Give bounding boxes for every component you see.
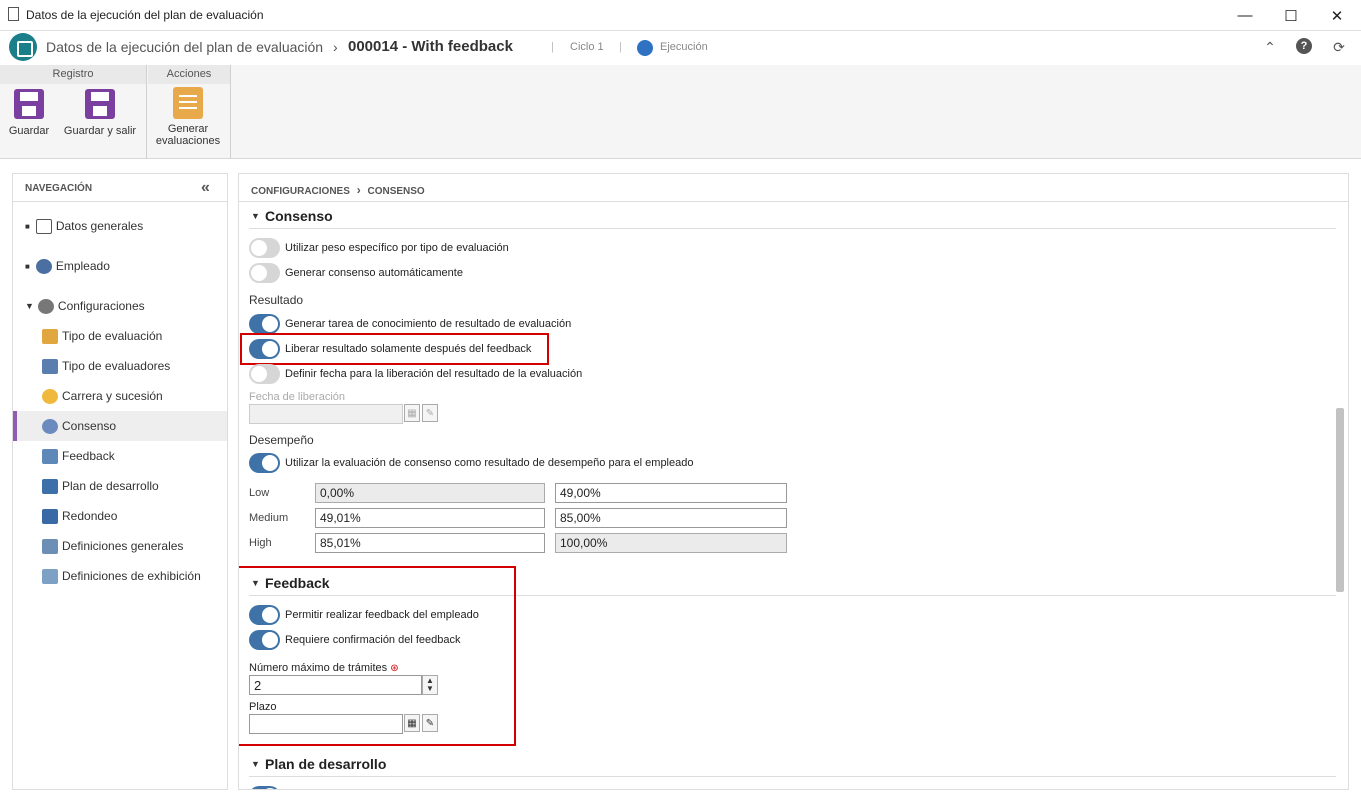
highlight-feedback — [239, 566, 516, 746]
nav-item-datos-generales[interactable]: ■ Datos generales — [13, 211, 227, 241]
generate-evaluations-icon — [173, 87, 203, 119]
document-icon — [8, 7, 19, 21]
row-medium-from[interactable]: 49,01% — [315, 508, 545, 528]
app-header: Datos de la ejecución del plan de evalua… — [0, 31, 1361, 65]
save-exit-icon — [85, 89, 115, 119]
toggle-desempeno-label: Utilizar la evaluación de consenso como … — [285, 457, 694, 469]
fecha-liberacion-label: Fecha de liberación — [249, 391, 346, 403]
nav-item-empleado[interactable]: ■ Empleado — [13, 251, 227, 281]
nav-item-definiciones-exhibicion[interactable]: Definiciones de exhibición — [13, 561, 227, 591]
header-title: Datos de la ejecución del plan de evalua… — [46, 39, 324, 55]
calculator-icon — [42, 508, 58, 524]
app-logo-icon — [9, 33, 37, 61]
toggle-plan-partial[interactable] — [249, 786, 280, 789]
row-medium-to[interactable]: 85,00% — [555, 508, 787, 528]
toggle-desempeno[interactable] — [249, 453, 280, 473]
section-consenso-title: Consenso — [265, 208, 333, 224]
help-icon[interactable]: ? — [1296, 38, 1312, 54]
toggle-peso-especifico[interactable] — [249, 238, 280, 258]
section-collapse-icon[interactable]: ▼ — [251, 759, 260, 769]
status-play-icon — [637, 40, 653, 56]
evaluation-type-icon — [42, 328, 58, 344]
display-settings-icon — [42, 568, 58, 584]
minimize-button[interactable]: — — [1222, 0, 1268, 31]
save-icon — [14, 89, 44, 119]
maximize-button[interactable]: ☐ — [1268, 0, 1314, 31]
section-plan-title: Plan de desarrollo — [265, 756, 387, 772]
row-high-from[interactable]: 85,01% — [315, 533, 545, 553]
nav-item-configuraciones[interactable]: ▼ Configuraciones — [13, 291, 227, 321]
header-separator: › — [333, 39, 338, 55]
toggle-peso-label: Utilizar peso específico por tipo de eva… — [285, 242, 509, 254]
toggle-tarea-label: Generar tarea de conocimiento de resulta… — [285, 318, 572, 330]
ribbon: Registro Acciones Guardar Guardar y sali… — [0, 65, 1361, 159]
resultado-label: Resultado — [249, 293, 304, 307]
row-high-label: High — [249, 537, 272, 549]
breadcrumb: CONFIGURACIONES › CONSENSO — [239, 174, 1348, 202]
nav-item-carrera-sucesion[interactable]: Carrera y sucesión — [13, 381, 227, 411]
cycle-label: Ciclo 1 — [570, 41, 604, 53]
star-icon — [42, 388, 58, 404]
toggle-definir-fecha[interactable] — [249, 364, 280, 384]
development-plan-icon — [42, 478, 58, 494]
expand-arrow-icon: ▼ — [25, 301, 34, 311]
record-title: 000014 - With feedback — [348, 38, 513, 55]
ribbon-group-registro: Registro — [0, 65, 146, 84]
fecha-liberacion-field[interactable] — [249, 404, 403, 424]
toggle-tarea-conocimiento[interactable] — [249, 314, 280, 334]
navigation-panel: NAVEGACIÓN « ■ Datos generales ■ Emplead… — [12, 173, 228, 790]
section-collapse-icon[interactable]: ▼ — [251, 211, 260, 221]
feedback-icon — [42, 448, 58, 464]
nav-item-redondeo[interactable]: Redondeo — [13, 501, 227, 531]
calendar-icon[interactable]: ▦ — [404, 404, 420, 422]
desempeno-label: Desempeño — [249, 433, 314, 447]
ribbon-group-acciones: Acciones — [148, 65, 230, 84]
list-icon — [35, 218, 52, 234]
toggle-consenso-automatico[interactable] — [249, 263, 280, 283]
nav-item-consenso[interactable]: Consenso — [13, 411, 227, 441]
generate-evaluations-button[interactable]: Generar evaluaciones — [152, 87, 224, 147]
toggle-auto-label: Generar consenso automáticamente — [285, 267, 463, 279]
row-medium-label: Medium — [249, 512, 289, 524]
row-low-from: 0,00% — [315, 483, 545, 503]
scrollbar-thumb[interactable] — [1336, 408, 1344, 592]
window-titlebar: Datos de la ejecución del plan de evalua… — [0, 0, 1361, 31]
window-title: Datos de la ejecución del plan de evalua… — [26, 8, 264, 22]
nav-item-plan-desarrollo[interactable]: Plan de desarrollo — [13, 471, 227, 501]
main-panel: CONFIGURACIONES › CONSENSO ▼ Consenso Ut… — [238, 173, 1349, 790]
nav-header: NAVEGACIÓN — [13, 174, 227, 202]
nav-item-tipo-evaluadores[interactable]: Tipo de evaluadores — [13, 351, 227, 381]
nav-item-feedback[interactable]: Feedback — [13, 441, 227, 471]
nav-item-tipo-evaluacion[interactable]: Tipo de evaluación — [13, 321, 227, 351]
clear-brush-icon[interactable]: ✎ — [422, 404, 438, 422]
row-low-to[interactable]: 49,00% — [555, 483, 787, 503]
refresh-icon[interactable]: ⟳ — [1330, 38, 1348, 56]
consensus-icon — [42, 418, 58, 434]
save-exit-button[interactable]: Guardar y salir — [62, 89, 138, 137]
row-low-label: Low — [249, 487, 270, 499]
users-icon — [35, 258, 52, 274]
evaluators-icon — [42, 358, 58, 374]
gears-icon — [37, 298, 54, 314]
settings-doc-icon — [42, 538, 58, 554]
toggle-fecha-label: Definir fecha para la liberación del res… — [285, 368, 583, 380]
save-button[interactable]: Guardar — [8, 89, 50, 137]
row-high-to: 100,00% — [555, 533, 787, 553]
status-label: Ejecución — [660, 41, 708, 53]
highlight-liberar — [240, 333, 549, 365]
nav-item-definiciones-generales[interactable]: Definiciones generales — [13, 531, 227, 561]
collapse-up-icon[interactable]: ⌃ — [1261, 38, 1279, 56]
close-button[interactable]: ✕ — [1314, 0, 1360, 31]
collapse-nav-icon[interactable]: « — [201, 179, 210, 197]
